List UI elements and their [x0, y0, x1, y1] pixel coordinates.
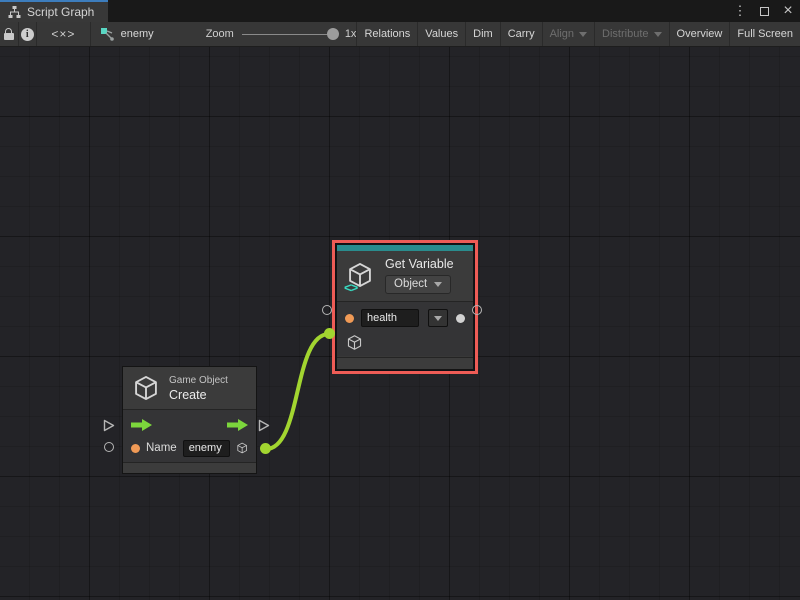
align-button[interactable]: Align [542, 22, 594, 46]
variable-name-dropdown-button[interactable] [428, 309, 448, 327]
get-variable-footer [337, 357, 473, 369]
maximize-box [760, 7, 769, 16]
code-icon: <×> [51, 27, 75, 41]
variable-name-input-port[interactable] [322, 305, 332, 315]
zoom-value: 1x [345, 28, 357, 40]
create-node-titles: Game Object Create [169, 375, 228, 402]
distribute-label: Distribute [602, 28, 648, 40]
zoom-slider[interactable] [242, 27, 337, 41]
flow-out-port[interactable] [258, 419, 270, 432]
variable-kind-dropdown[interactable]: Object [385, 275, 451, 294]
get-variable-icon: <> [346, 261, 376, 291]
graph-canvas[interactable]: Game Object Create Name [0, 47, 800, 600]
chevron-down-icon [579, 32, 587, 37]
object-target-port-icon[interactable] [346, 334, 363, 351]
script-graph-asset-icon [101, 28, 115, 41]
variable-kind-value: Object [394, 278, 427, 290]
get-variable-title: Get Variable [385, 257, 454, 271]
variable-name-row [337, 302, 473, 332]
variable-brackets-icon: <> [344, 280, 357, 295]
distribute-button[interactable]: Distribute [594, 22, 668, 46]
info-icon: i [21, 28, 34, 41]
window-menu-icon[interactable]: ⋮ [733, 2, 747, 20]
lock-icon [4, 28, 14, 40]
carry-label: Carry [508, 28, 535, 40]
overview-label: Overview [677, 28, 723, 40]
graph-breadcrumb[interactable]: enemy [101, 28, 154, 41]
value-output-dot[interactable] [456, 314, 465, 323]
zoom-label: Zoom [206, 28, 234, 40]
zoom-slider-track[interactable] [242, 34, 337, 36]
toolbar-buttons: Relations Values Dim Carry Align Distrib… [356, 22, 800, 46]
flow-out-arrow-icon[interactable] [227, 419, 248, 431]
overview-button[interactable]: Overview [669, 22, 730, 46]
name-input-port[interactable] [104, 442, 114, 452]
get-variable-titles: Get Variable Object [385, 257, 454, 294]
flow-in-port[interactable] [103, 419, 115, 432]
tab-script-graph[interactable]: Script Graph [0, 0, 108, 22]
create-name-row: Name [123, 437, 256, 462]
carry-button[interactable]: Carry [500, 22, 542, 46]
values-label: Values [425, 28, 458, 40]
code-preview-button[interactable]: <×> [37, 22, 91, 46]
window-controls: ⋮ × [733, 0, 795, 22]
info-button[interactable]: i [19, 22, 38, 46]
create-node-header: Game Object Create [123, 367, 256, 409]
chevron-down-icon [654, 32, 662, 37]
get-variable-body [337, 302, 473, 356]
game-object-cube-icon [132, 374, 160, 402]
chevron-down-icon [434, 316, 442, 321]
zoom-control: Zoom 1x [206, 27, 357, 41]
values-button[interactable]: Values [417, 22, 465, 46]
dim-label: Dim [473, 28, 493, 40]
get-variable-selection-outline: <> Get Variable Object [332, 240, 478, 374]
flow-in-arrow-icon[interactable] [131, 419, 152, 431]
full-screen-button[interactable]: Full Screen [729, 22, 800, 46]
graph-toolbar: i <×> enemy Zoom 1x Relations Values Dim… [0, 22, 800, 47]
relations-button[interactable]: Relations [356, 22, 417, 46]
get-variable-header: <> Get Variable Object [337, 251, 473, 301]
create-node-footer [123, 462, 256, 473]
create-flow-row [123, 410, 256, 437]
lock-button[interactable] [0, 22, 19, 46]
graph-name-label: enemy [121, 28, 154, 40]
create-node-category: Game Object [169, 375, 228, 386]
name-input-dot[interactable] [131, 444, 140, 453]
connection-wire[interactable] [266, 334, 329, 449]
wire-start-dot[interactable] [260, 443, 271, 454]
zoom-slider-handle[interactable] [327, 28, 339, 40]
game-object-output-icon[interactable] [236, 439, 248, 457]
create-game-object-node[interactable]: Game Object Create Name [122, 366, 257, 474]
dim-button[interactable]: Dim [465, 22, 500, 46]
align-label: Align [550, 28, 574, 40]
full-screen-label: Full Screen [737, 28, 793, 40]
name-port-label: Name [146, 442, 177, 454]
wire-end-dot[interactable] [324, 328, 335, 339]
get-variable-node[interactable]: <> Get Variable Object [336, 244, 474, 370]
variable-name-field[interactable] [361, 309, 419, 327]
close-icon[interactable]: × [781, 2, 795, 20]
object-target-row [337, 332, 473, 356]
maximize-icon[interactable] [757, 2, 771, 20]
tab-title: Script Graph [27, 5, 94, 19]
tab-strip: Script Graph ⋮ × [0, 0, 800, 22]
chevron-down-icon [434, 282, 442, 287]
value-output-port[interactable] [472, 305, 482, 315]
relations-label: Relations [364, 28, 410, 40]
create-node-body: Name [123, 410, 256, 462]
graph-hierarchy-icon [8, 6, 21, 18]
name-value-field[interactable] [183, 440, 230, 457]
toolbar-middle: enemy Zoom 1x [91, 22, 357, 46]
variable-name-input-dot[interactable] [345, 314, 354, 323]
create-node-title: Create [169, 388, 207, 402]
